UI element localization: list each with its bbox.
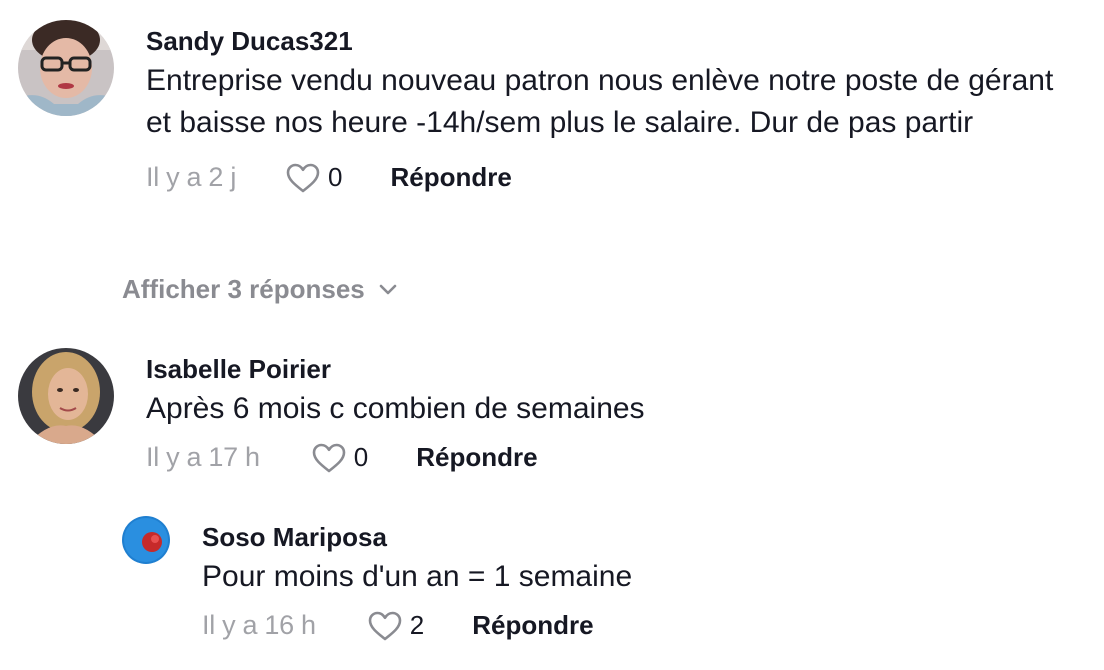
comment-username[interactable]: Isabelle Poirier: [146, 354, 645, 384]
avatar[interactable]: [18, 348, 114, 444]
chevron-down-icon: [379, 284, 397, 294]
show-replies-button[interactable]: Afficher 3 réponses: [122, 274, 397, 305]
reply-text: Pour moins d'un an = 1 semaine: [202, 560, 633, 593]
like-button[interactable]: 0: [286, 162, 343, 193]
show-replies-label: Afficher 3 réponses: [122, 274, 365, 304]
reply-username[interactable]: Soso Mariposa: [202, 522, 632, 552]
comment-meta: Il y a 2 j 0 Répondre: [146, 162, 1076, 193]
comment-username[interactable]: Sandy Ducas321: [146, 26, 1076, 56]
like-button[interactable]: 0: [312, 442, 368, 473]
reply-button[interactable]: Répondre: [416, 442, 537, 473]
avatar[interactable]: [18, 20, 114, 116]
comment-timestamp: Il y a 2 j: [146, 162, 237, 192]
heart-outline-icon: [312, 443, 346, 472]
comment-text: Après 6 mois c combien de semaines: [146, 392, 645, 425]
like-count: 0: [328, 162, 343, 192]
reply-button[interactable]: Répondre: [391, 162, 512, 193]
comment-item: Sandy Ducas321 Entreprise vendu nouveau …: [18, 20, 1076, 193]
reply-timestamp: Il y a 16 h: [202, 610, 316, 640]
avatar[interactable]: [122, 516, 170, 564]
reply-item: Soso Mariposa Pour moins d'un an = 1 sem…: [122, 516, 632, 641]
heart-outline-icon: [368, 611, 402, 640]
comment-item: Isabelle Poirier Après 6 mois c combien …: [18, 348, 645, 473]
reply-button[interactable]: Répondre: [472, 610, 593, 641]
like-count: 2: [409, 610, 425, 640]
like-count: 0: [353, 442, 369, 472]
comment-timestamp: Il y a 17 h: [146, 442, 260, 472]
reply-meta: Il y a 16 h 2 Répondre: [202, 610, 632, 641]
like-button[interactable]: 2: [368, 610, 424, 641]
comment-meta: Il y a 17 h 0 Répondre: [146, 442, 645, 473]
heart-outline-icon: [286, 163, 320, 192]
comment-text: Entreprise vendu nouveau patron nous enl…: [146, 64, 1054, 139]
